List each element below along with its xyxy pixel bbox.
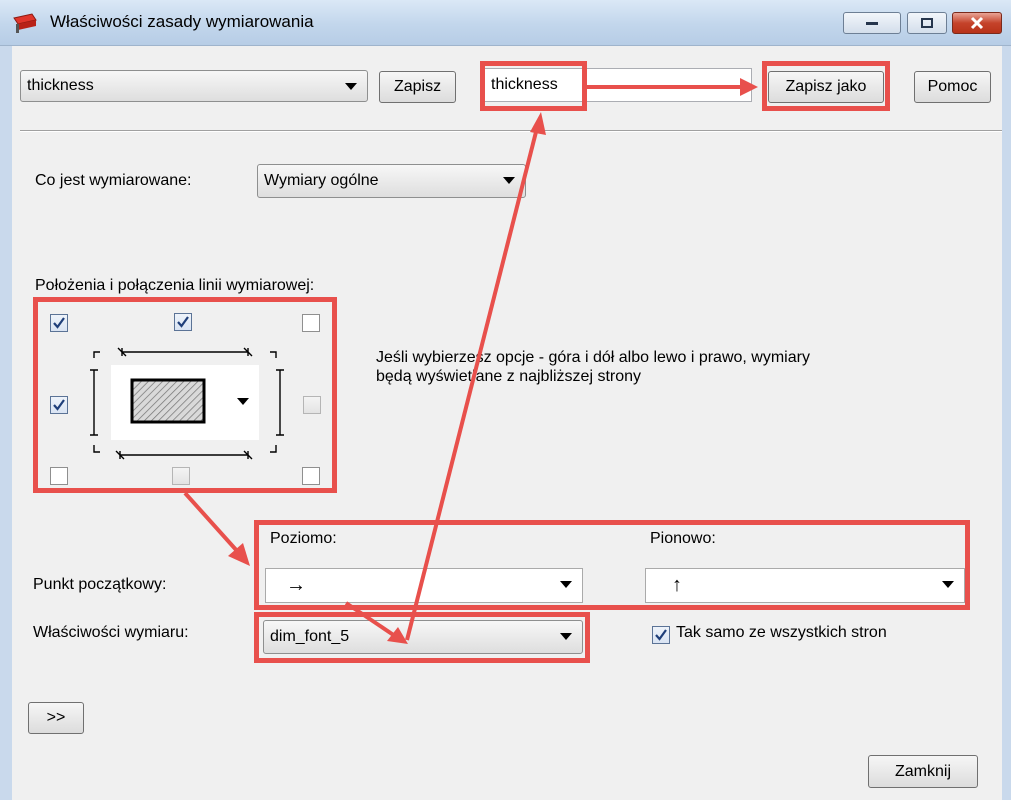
positions-label: Położenia i połączenia linii wymiarowej: xyxy=(35,277,315,294)
hatched-rectangle-icon xyxy=(130,378,206,424)
save-as-name-input[interactable]: thickness xyxy=(484,68,752,102)
position-checkbox-top-right[interactable] xyxy=(302,314,320,332)
rule-select[interactable]: thickness xyxy=(20,70,368,102)
dimension-props-value: dim_font_5 xyxy=(270,628,350,645)
right-arrow-icon: → xyxy=(286,574,306,596)
position-checkbox-middle-left[interactable] xyxy=(50,396,68,414)
chevron-down-icon xyxy=(345,83,357,90)
app-icon xyxy=(12,12,38,34)
up-arrow-icon: ↑ xyxy=(672,574,682,596)
window-frame-left xyxy=(0,46,12,800)
chevron-down-icon xyxy=(942,581,954,588)
measured-label: Co jest wymiarowane: xyxy=(35,172,192,189)
position-checkbox-bottom-left[interactable] xyxy=(50,467,68,485)
positions-info-text: Jeśli wybierzesz opcje - góra i dół albo… xyxy=(376,349,810,385)
close-icon xyxy=(970,16,984,30)
chevron-down-icon xyxy=(560,581,572,588)
vertical-start-select[interactable]: ↑ xyxy=(645,568,965,603)
checkmark-icon xyxy=(655,629,667,641)
measured-select[interactable]: Wymiary ogólne xyxy=(257,164,526,198)
save-button[interactable]: Zapisz xyxy=(379,71,456,103)
save-as-button[interactable]: Zapisz jako xyxy=(768,71,884,103)
close-button[interactable] xyxy=(952,12,1002,34)
horizontal-start-select[interactable]: → xyxy=(265,568,583,603)
close-dialog-button[interactable]: Zamknij xyxy=(868,755,978,788)
save-as-name-value: thickness xyxy=(491,76,558,93)
chevron-down-icon xyxy=(237,398,249,405)
position-checkbox-top-middle[interactable] xyxy=(174,313,192,331)
minimize-icon xyxy=(866,22,878,25)
checkmark-icon xyxy=(53,317,65,329)
start-point-label: Punkt początkowy: xyxy=(33,576,167,593)
horizontal-label: Poziomo: xyxy=(270,530,337,547)
position-checkbox-middle-right[interactable] xyxy=(303,396,321,414)
rule-select-value: thickness xyxy=(27,77,94,94)
window-frame-right xyxy=(1002,46,1011,800)
window-title: Właściwości zasady wymiarowania xyxy=(50,12,314,31)
checkmark-icon xyxy=(177,316,189,328)
expand-button[interactable]: >> xyxy=(28,702,84,734)
chevron-down-icon xyxy=(560,633,572,640)
maximize-button[interactable] xyxy=(907,12,947,34)
help-button[interactable]: Pomoc xyxy=(914,71,991,103)
same-all-sides-checkbox[interactable] xyxy=(652,626,670,644)
measured-select-value: Wymiary ogólne xyxy=(264,172,379,189)
vertical-label: Pionowo: xyxy=(650,530,716,547)
checkmark-icon xyxy=(53,399,65,411)
separator xyxy=(20,130,1002,132)
dimension-props-label: Właściwości wymiaru: xyxy=(33,624,189,641)
same-all-sides-label: Tak samo ze wszystkich stron xyxy=(676,624,887,641)
position-checkbox-bottom-right[interactable] xyxy=(302,467,320,485)
dimension-props-select[interactable]: dim_font_5 xyxy=(263,620,583,654)
restore-icon xyxy=(921,18,933,28)
minimize-button[interactable] xyxy=(843,12,901,34)
position-checkbox-bottom-middle[interactable] xyxy=(172,467,190,485)
position-checkbox-top-left[interactable] xyxy=(50,314,68,332)
chevron-down-icon xyxy=(503,177,515,184)
